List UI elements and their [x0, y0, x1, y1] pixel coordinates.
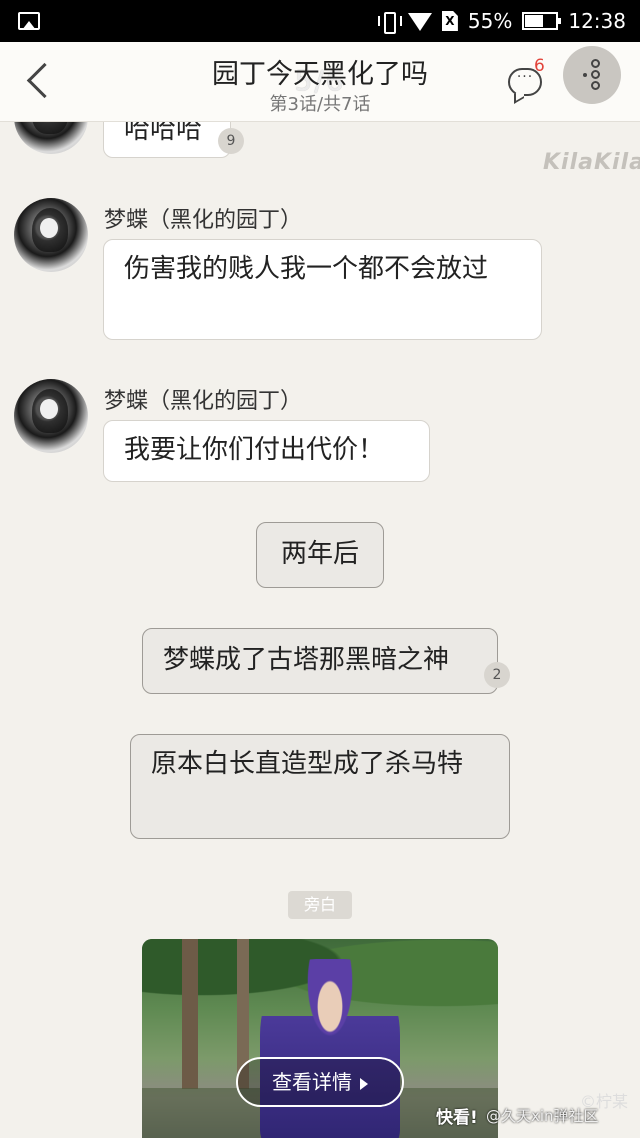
battery-percent: 55% [467, 9, 513, 33]
narration-bubble[interactable]: 原本白长直造型成了杀马特 [130, 734, 510, 839]
more-icon [583, 73, 587, 77]
reply-count-badge[interactable]: 9 [218, 128, 244, 154]
view-details-button[interactable]: 查看详情 [236, 1057, 404, 1107]
no-sim-icon: X [441, 11, 458, 31]
chat-bubble[interactable]: 伤害我的贱人我一个都不会放过 [103, 239, 542, 340]
reply-count-badge[interactable]: 2 [484, 662, 510, 688]
narration-bubble[interactable]: 梦蝶成了古塔那黑暗之神 [142, 628, 498, 694]
comment-button[interactable]: ··· 6 [506, 56, 546, 102]
sender-name: 梦蝶（黑化的园丁） [104, 389, 303, 414]
video-thumbnail-figure [260, 959, 400, 1138]
play-arrow-icon [360, 1077, 368, 1090]
avatar[interactable] [14, 379, 88, 453]
avatar[interactable] [14, 198, 88, 272]
watermark: KilaKila [543, 150, 640, 175]
clock: 12:38 [568, 9, 626, 33]
wifi-icon [407, 13, 432, 31]
vibrate-icon [377, 11, 402, 34]
more-options-button[interactable] [563, 46, 621, 104]
sender-name: 梦蝶（黑化的园丁） [104, 208, 303, 233]
source-watermark: @久天xin弹社区 [486, 1107, 599, 1125]
comment-count-badge: 6 [534, 56, 545, 76]
chat-bubble[interactable]: 我要让你们付出代价！ [103, 420, 430, 482]
image-notification-icon [18, 12, 40, 30]
status-bar: X 55% 12:38 [0, 0, 640, 42]
narration-label: 旁白 [288, 891, 352, 919]
narration-bubble[interactable]: 两年后 [256, 522, 384, 588]
battery-icon [522, 12, 562, 30]
app-logo: 快看! [436, 1108, 478, 1128]
top-bar-overlay: 5/6 园丁今天黑化了吗 第3话/共7话 ··· 6 [0, 42, 640, 122]
